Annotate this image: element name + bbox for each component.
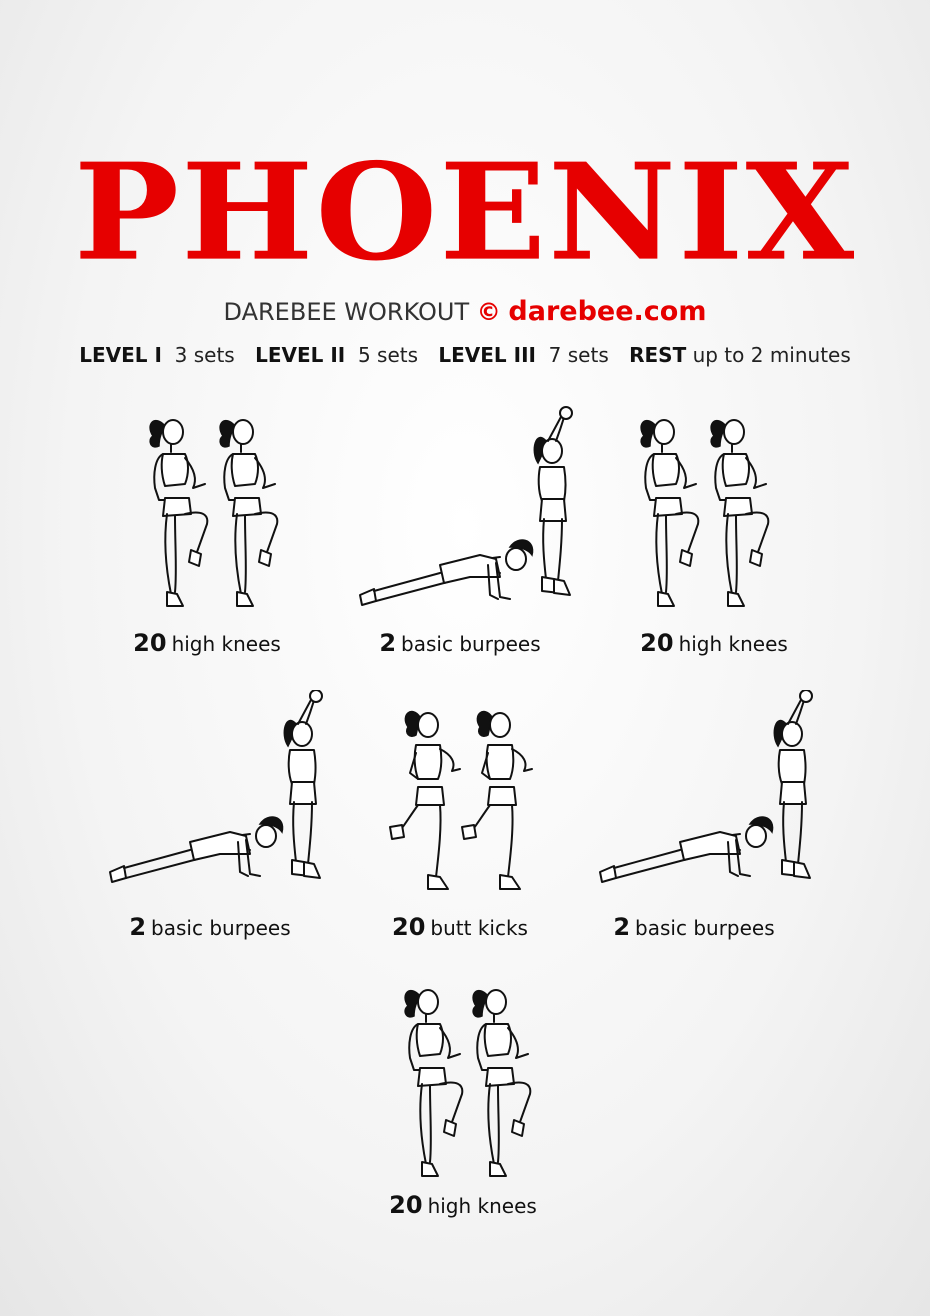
exercise-5-figure bbox=[320, 705, 610, 895]
exercise-3-caption: 20 high knees bbox=[640, 629, 788, 657]
levels-bar: LEVEL I 3 sets LEVEL II 5 sets LEVEL III… bbox=[0, 340, 930, 370]
exercise-7-caption: 20 high knees bbox=[389, 1191, 537, 1219]
butt-kicks-figure bbox=[389, 710, 533, 890]
exercise-3-figure bbox=[570, 410, 860, 615]
burpee-figure bbox=[599, 690, 813, 883]
site-link[interactable]: darebee.com bbox=[508, 296, 706, 327]
high-knees-figure bbox=[640, 419, 770, 607]
level-2: LEVEL II 5 sets bbox=[255, 343, 419, 367]
exercise-6-caption: 2 basic burpees bbox=[613, 913, 775, 941]
high-knees-figure bbox=[149, 419, 279, 607]
rest: REST up to 2 minutes bbox=[629, 343, 851, 367]
copyright-icon: © bbox=[476, 298, 501, 326]
burpee-figure bbox=[109, 690, 323, 883]
exercise-1-figure bbox=[65, 410, 355, 615]
exercise-6-figure bbox=[570, 690, 860, 890]
subtitle: DAREBEE WORKOUT © darebee.com bbox=[0, 296, 930, 328]
page-title: PHOENIX bbox=[73, 135, 857, 291]
exercise-7-figure bbox=[320, 980, 610, 1185]
level-1: LEVEL I 3 sets bbox=[79, 343, 235, 367]
subtitle-prefix: DAREBEE WORKOUT bbox=[223, 298, 470, 326]
high-knees-figure bbox=[404, 989, 532, 1177]
level-3: LEVEL III 7 sets bbox=[438, 343, 609, 367]
